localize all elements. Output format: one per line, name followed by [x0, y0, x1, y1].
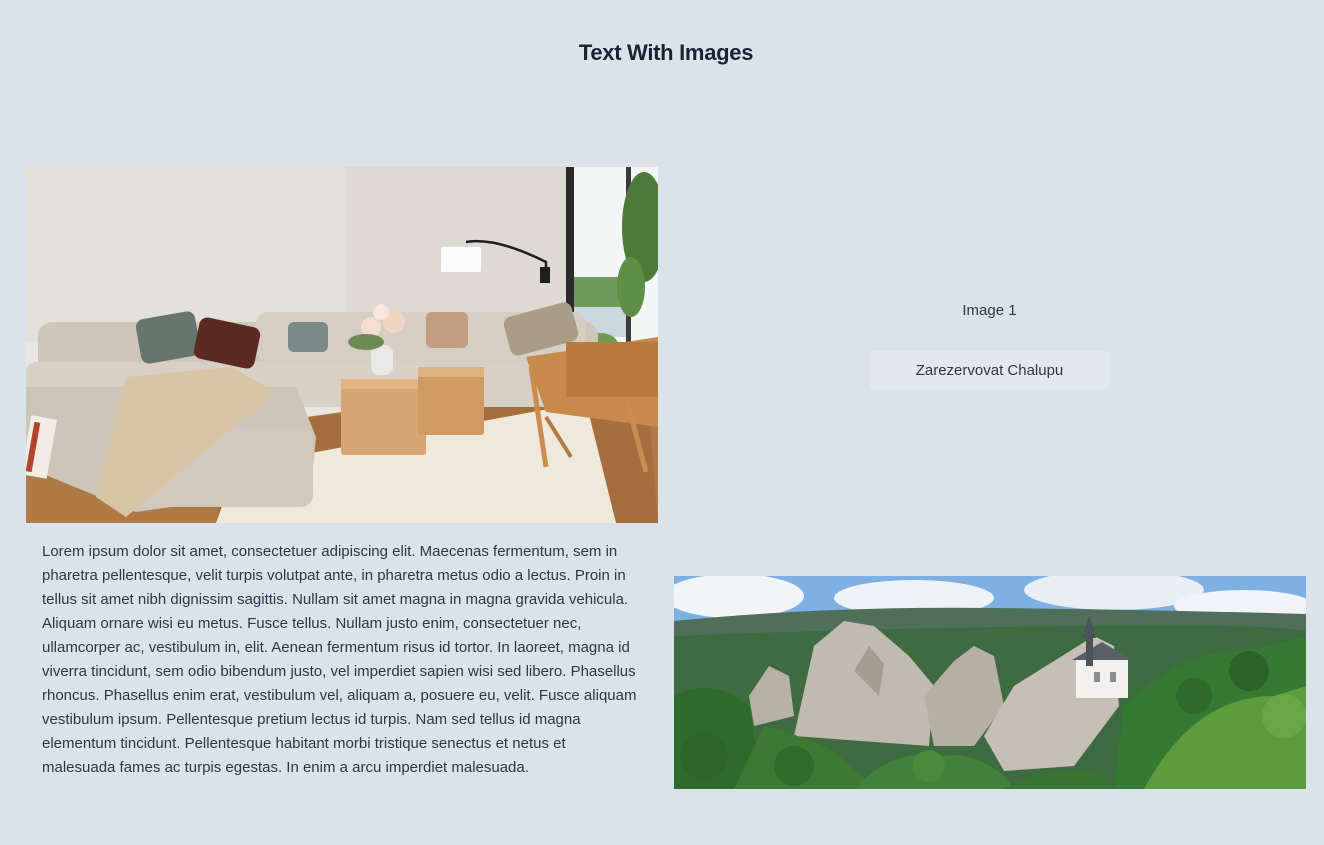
page: Text With Images Image 1 Zarezervovat Ch…: [0, 0, 1324, 845]
landscape-image: [674, 576, 1306, 789]
living-room-image: [26, 167, 658, 523]
body-paragraph: Lorem ipsum dolor sit amet, consectetuer…: [42, 543, 637, 776]
image-label: Image 1: [962, 302, 1017, 319]
page-title: Text With Images: [578, 40, 754, 65]
book-cottage-button[interactable]: Zarezervovat Chalupu: [870, 351, 1109, 390]
